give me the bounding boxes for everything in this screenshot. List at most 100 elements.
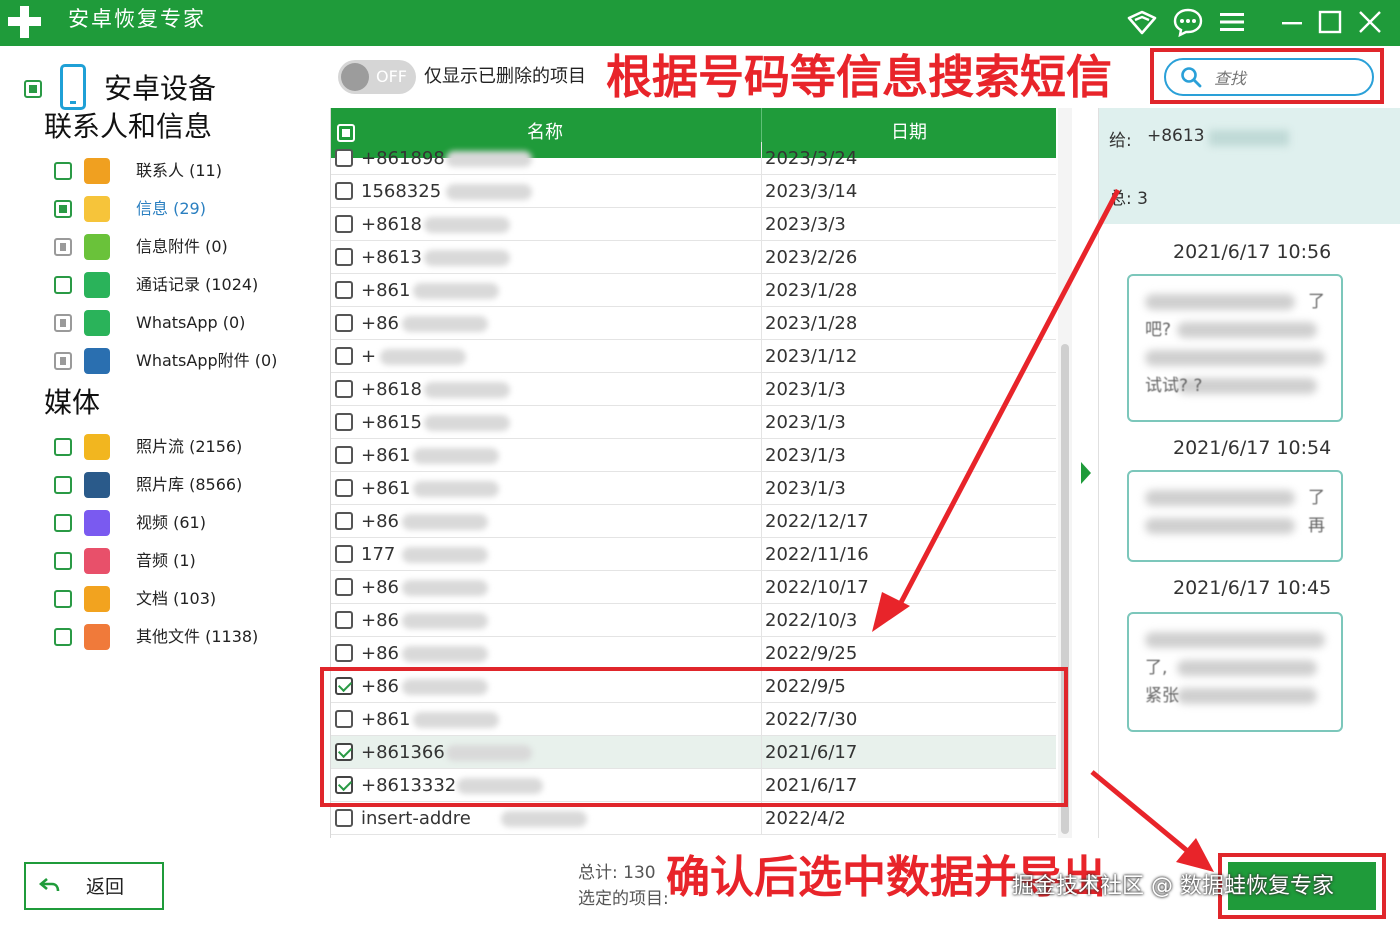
table-row[interactable]: 1568325 2023/3/14: [331, 175, 1056, 208]
table-row[interactable]: +86 2022/12/17: [331, 505, 1056, 538]
table-row[interactable]: +86 2022/9/25: [331, 637, 1056, 670]
device-checkbox[interactable]: [24, 80, 42, 98]
row-date: 2022/9/25: [765, 643, 858, 664]
title-bar: 安卓恢复专家: [0, 0, 1400, 46]
close-icon[interactable]: [1354, 6, 1386, 38]
table-row[interactable]: +86 2023/1/28: [331, 307, 1056, 340]
table-row[interactable]: +8615 2023/1/3: [331, 406, 1056, 439]
row-checkbox[interactable]: [335, 644, 353, 662]
row-divider: [761, 208, 762, 241]
row-name: +86: [361, 511, 399, 532]
row-checkbox[interactable]: [335, 380, 353, 398]
row-date: 2023/1/3: [765, 478, 846, 499]
category-checkbox[interactable]: [54, 314, 72, 332]
row-checkbox[interactable]: [335, 611, 353, 629]
row-checkbox[interactable]: [335, 281, 353, 299]
row-name: +861898: [361, 148, 445, 169]
category-item[interactable]: 信息 (29): [54, 196, 314, 224]
minimize-icon[interactable]: [1276, 6, 1308, 38]
row-checkbox[interactable]: [335, 149, 353, 167]
message-bubble[interactable]: 了吧? 试试? ?: [1127, 274, 1343, 422]
table-row[interactable]: +2023/1/12: [331, 340, 1056, 373]
deleted-only-toggle[interactable]: OFF: [338, 60, 416, 94]
toggle-knob: [341, 63, 369, 91]
attachment-icon: [84, 234, 110, 260]
redacted-blur: [402, 646, 488, 662]
category-checkbox[interactable]: [54, 476, 72, 494]
category-item[interactable]: 视频 (61): [54, 510, 314, 538]
table-row[interactable]: 177 2022/11/16: [331, 538, 1056, 571]
redacted-blur: [446, 184, 532, 200]
row-date: 2023/2/26: [765, 247, 858, 268]
category-checkbox[interactable]: [54, 514, 72, 532]
table-row[interactable]: +861898 2023/3/24: [331, 142, 1056, 175]
table-row[interactable]: +8618 2023/3/3: [331, 208, 1056, 241]
table-row[interactable]: +86 2022/10/3: [331, 604, 1056, 637]
row-checkbox[interactable]: [335, 347, 353, 365]
category-item[interactable]: 其他文件 (1138): [54, 624, 314, 652]
menu-icon[interactable]: [1216, 6, 1248, 38]
category-checkbox[interactable]: [54, 162, 72, 180]
row-checkbox[interactable]: [335, 479, 353, 497]
row-date: 2023/3/3: [765, 214, 846, 235]
message-detail-panel: 给: +8613 总: 3 2021/6/17 10:56 了吧? 试试? ? 202…: [1098, 108, 1400, 838]
category-checkbox[interactable]: [54, 590, 72, 608]
row-checkbox[interactable]: [335, 446, 353, 464]
row-checkbox[interactable]: [335, 248, 353, 266]
row-checkbox[interactable]: [335, 809, 353, 827]
row-checkbox[interactable]: [335, 215, 353, 233]
category-item[interactable]: 照片库 (8566): [54, 472, 314, 500]
device-row[interactable]: 安卓设备: [24, 64, 314, 114]
table-row[interactable]: +8618 2023/1/3: [331, 373, 1056, 406]
row-checkbox[interactable]: [335, 182, 353, 200]
expand-arrow-icon[interactable]: [1081, 462, 1091, 484]
row-date: 2022/12/17: [765, 511, 869, 532]
selection-highlight-frame: [320, 667, 1068, 807]
category-item[interactable]: 文档 (103): [54, 586, 314, 614]
maximize-icon[interactable]: [1314, 6, 1346, 38]
row-checkbox[interactable]: [335, 545, 353, 563]
row-name: +86: [361, 643, 399, 664]
category-item[interactable]: WhatsApp (0): [54, 310, 314, 338]
row-name: +861: [361, 445, 411, 466]
redacted-blur: [501, 811, 587, 827]
table-row[interactable]: +861 2023/1/3: [331, 439, 1056, 472]
category-item[interactable]: WhatsApp附件 (0): [54, 348, 314, 376]
category-item[interactable]: 信息附件 (0): [54, 234, 314, 262]
row-checkbox[interactable]: [335, 578, 353, 596]
search-input[interactable]: [1214, 66, 1364, 90]
table-row[interactable]: +8613 2023/2/26: [331, 241, 1056, 274]
category-checkbox[interactable]: [54, 438, 72, 456]
feedback-icon[interactable]: [1172, 6, 1204, 38]
row-checkbox[interactable]: [335, 413, 353, 431]
category-checkbox[interactable]: [54, 238, 72, 256]
row-checkbox[interactable]: [335, 512, 353, 530]
back-button[interactable]: 返回: [24, 862, 164, 910]
message-bubble[interactable]: 了, 紧张: [1127, 612, 1343, 732]
search-box[interactable]: [1164, 58, 1374, 96]
category-label: 音频 (1): [136, 551, 196, 570]
row-date: 2022/4/2: [765, 808, 846, 829]
select-all-checkbox[interactable]: [337, 124, 355, 142]
category-checkbox[interactable]: [54, 628, 72, 646]
category-checkbox[interactable]: [54, 552, 72, 570]
category-item[interactable]: 照片流 (2156): [54, 434, 314, 462]
category-item[interactable]: 音频 (1): [54, 548, 314, 576]
category-checkbox[interactable]: [54, 352, 72, 370]
message-text: 再: [1308, 516, 1325, 536]
table-row[interactable]: +861 2023/1/3: [331, 472, 1056, 505]
category-checkbox[interactable]: [54, 200, 72, 218]
row-divider: [761, 439, 762, 472]
table-row[interactable]: +861 2023/1/28: [331, 274, 1056, 307]
row-checkbox[interactable]: [335, 314, 353, 332]
message-blur: [1145, 294, 1295, 310]
category-item[interactable]: 通话记录 (1024): [54, 272, 314, 300]
category-checkbox[interactable]: [54, 276, 72, 294]
category-label: 信息 (29): [136, 199, 206, 218]
category-label: 照片流 (2156): [136, 437, 243, 456]
message-bubble[interactable]: 了再: [1127, 470, 1343, 562]
category-label: WhatsApp附件 (0): [136, 351, 278, 370]
table-row[interactable]: +86 2022/10/17: [331, 571, 1056, 604]
category-item[interactable]: 联系人 (11): [54, 158, 314, 186]
wifi-icon[interactable]: [1126, 6, 1158, 38]
